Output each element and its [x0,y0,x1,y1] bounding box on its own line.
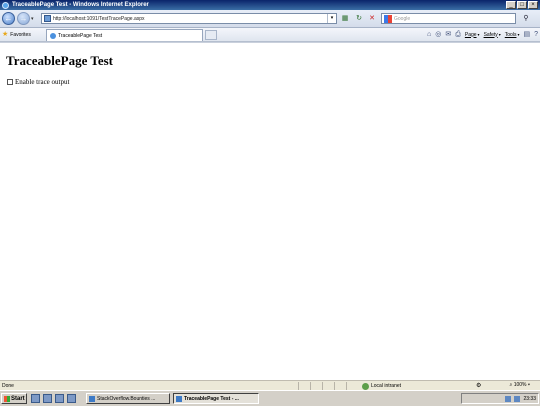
history-dropdown-icon[interactable]: ▾ [31,16,34,22]
taskbar: Start StackOverflow.Bounties ... Traceab… [0,390,540,406]
star-icon: ★ [2,31,9,38]
address-bar[interactable]: http://localhost:1091/TestTracePage.aspx… [41,13,337,24]
start-button[interactable]: Start [1,393,27,404]
tab-traceablepage-test[interactable]: TraceablePage Test [46,29,203,41]
tab-label: TraceablePage Test [58,32,103,39]
feeds-icon[interactable]: ◎ [435,31,441,38]
maximize-button[interactable]: □ [517,1,527,9]
windows-flag-icon [4,395,10,402]
internet-explorer-icon [2,1,9,9]
quick-launch-desktop-icon[interactable] [55,394,64,403]
volume-icon[interactable] [514,395,521,402]
page-content: TraceablePage Test Enable trace output [0,43,540,380]
quick-launch-explorer-icon[interactable] [43,394,52,403]
research-icon[interactable]: ▤ [523,31,530,38]
forward-button[interactable]: → [17,12,30,25]
compatibility-view-icon[interactable]: ▦ [340,14,350,23]
chevron-down-icon: ▾ [517,32,520,37]
command-bar: ★ Favorites TraceablePage Test ⌂ ◎ ✉ ⎙ P… [0,28,540,42]
search-icon[interactable]: ⚲ [521,14,531,23]
chevron-down-icon: ▾ [477,32,480,37]
stop-icon[interactable]: ✕ [367,14,377,23]
taskbar-window-traceablepage[interactable]: TraceablePage Test - ... [173,393,259,404]
new-tab-button[interactable] [205,30,217,40]
search-input[interactable]: Google [381,13,516,24]
command-items: ⌂ ◎ ✉ ⎙ Page ▾ Safety ▾ Tools ▾ ▤ ? [427,30,538,39]
google-icon [384,14,392,23]
zoom-control[interactable]: ⌕ 100% ▾ [510,382,531,388]
internet-explorer-icon [176,395,182,402]
window-title: TraceablePage Test - Windows Internet Ex… [12,2,149,8]
favorites-button[interactable]: ★ Favorites [2,30,31,39]
taskbar-window-stackoverflow[interactable]: StackOverflow.Bounties ... [86,393,170,404]
home-icon[interactable]: ⌂ [427,31,431,38]
favorites-label: Favorites [10,31,31,38]
protected-mode-icon[interactable]: ⚙ [476,382,481,389]
print-icon[interactable]: ⎙ [455,31,461,38]
visual-studio-icon [89,395,95,402]
taskbar-window-label: TraceablePage Test - ... [184,395,239,402]
mail-icon[interactable]: ✉ [445,31,451,38]
refresh-icon[interactable]: ↻ [354,14,364,23]
network-icon[interactable] [505,395,512,402]
status-segment [346,382,358,390]
system-tray: 23:33 [461,393,539,404]
trace-output-option[interactable]: Enable trace output [7,78,69,86]
quick-launch [31,394,76,403]
address-url[interactable]: http://localhost:1091/TestTracePage.aspx [53,16,145,22]
quick-launch-console-icon[interactable] [67,394,76,403]
page-title: TraceablePage Test [6,53,113,68]
search-placeholder: Google [394,15,411,22]
quick-launch-ie-icon[interactable] [31,394,40,403]
start-label: Start [11,395,25,402]
status-segment [334,382,346,390]
zoom-level: 100% [513,382,527,388]
help-icon[interactable]: ? [534,31,538,38]
status-text: Done [2,383,14,389]
back-button[interactable]: ← [2,12,15,25]
address-dropdown-icon[interactable]: ▾ [327,14,336,23]
security-zone[interactable]: Local intranet [362,382,402,390]
safety-menu[interactable]: Safety [484,32,498,38]
minimize-button[interactable]: _ [506,1,516,9]
page-menu[interactable]: Page [465,32,477,38]
navigation-bar: ← → ▾ http://localhost:1091/TestTracePag… [0,10,540,28]
status-segment [322,382,334,390]
window-controls: _ □ × [506,1,538,9]
taskbar-window-label: StackOverflow.Bounties ... [97,395,156,402]
clock[interactable]: 23:33 [523,396,536,402]
tools-menu[interactable]: Tools [505,32,517,38]
title-bar[interactable]: TraceablePage Test - Windows Internet Ex… [0,0,540,10]
close-button[interactable]: × [528,1,538,9]
status-segment [298,382,310,390]
chevron-down-icon: ▾ [498,32,501,37]
zone-label: Local intranet [371,383,402,389]
status-segment [310,382,322,390]
globe-icon [362,382,369,390]
internet-explorer-icon [50,32,56,39]
enable-trace-label[interactable]: Enable trace output [15,78,69,86]
page-icon [44,15,51,22]
enable-trace-checkbox[interactable] [7,79,13,85]
